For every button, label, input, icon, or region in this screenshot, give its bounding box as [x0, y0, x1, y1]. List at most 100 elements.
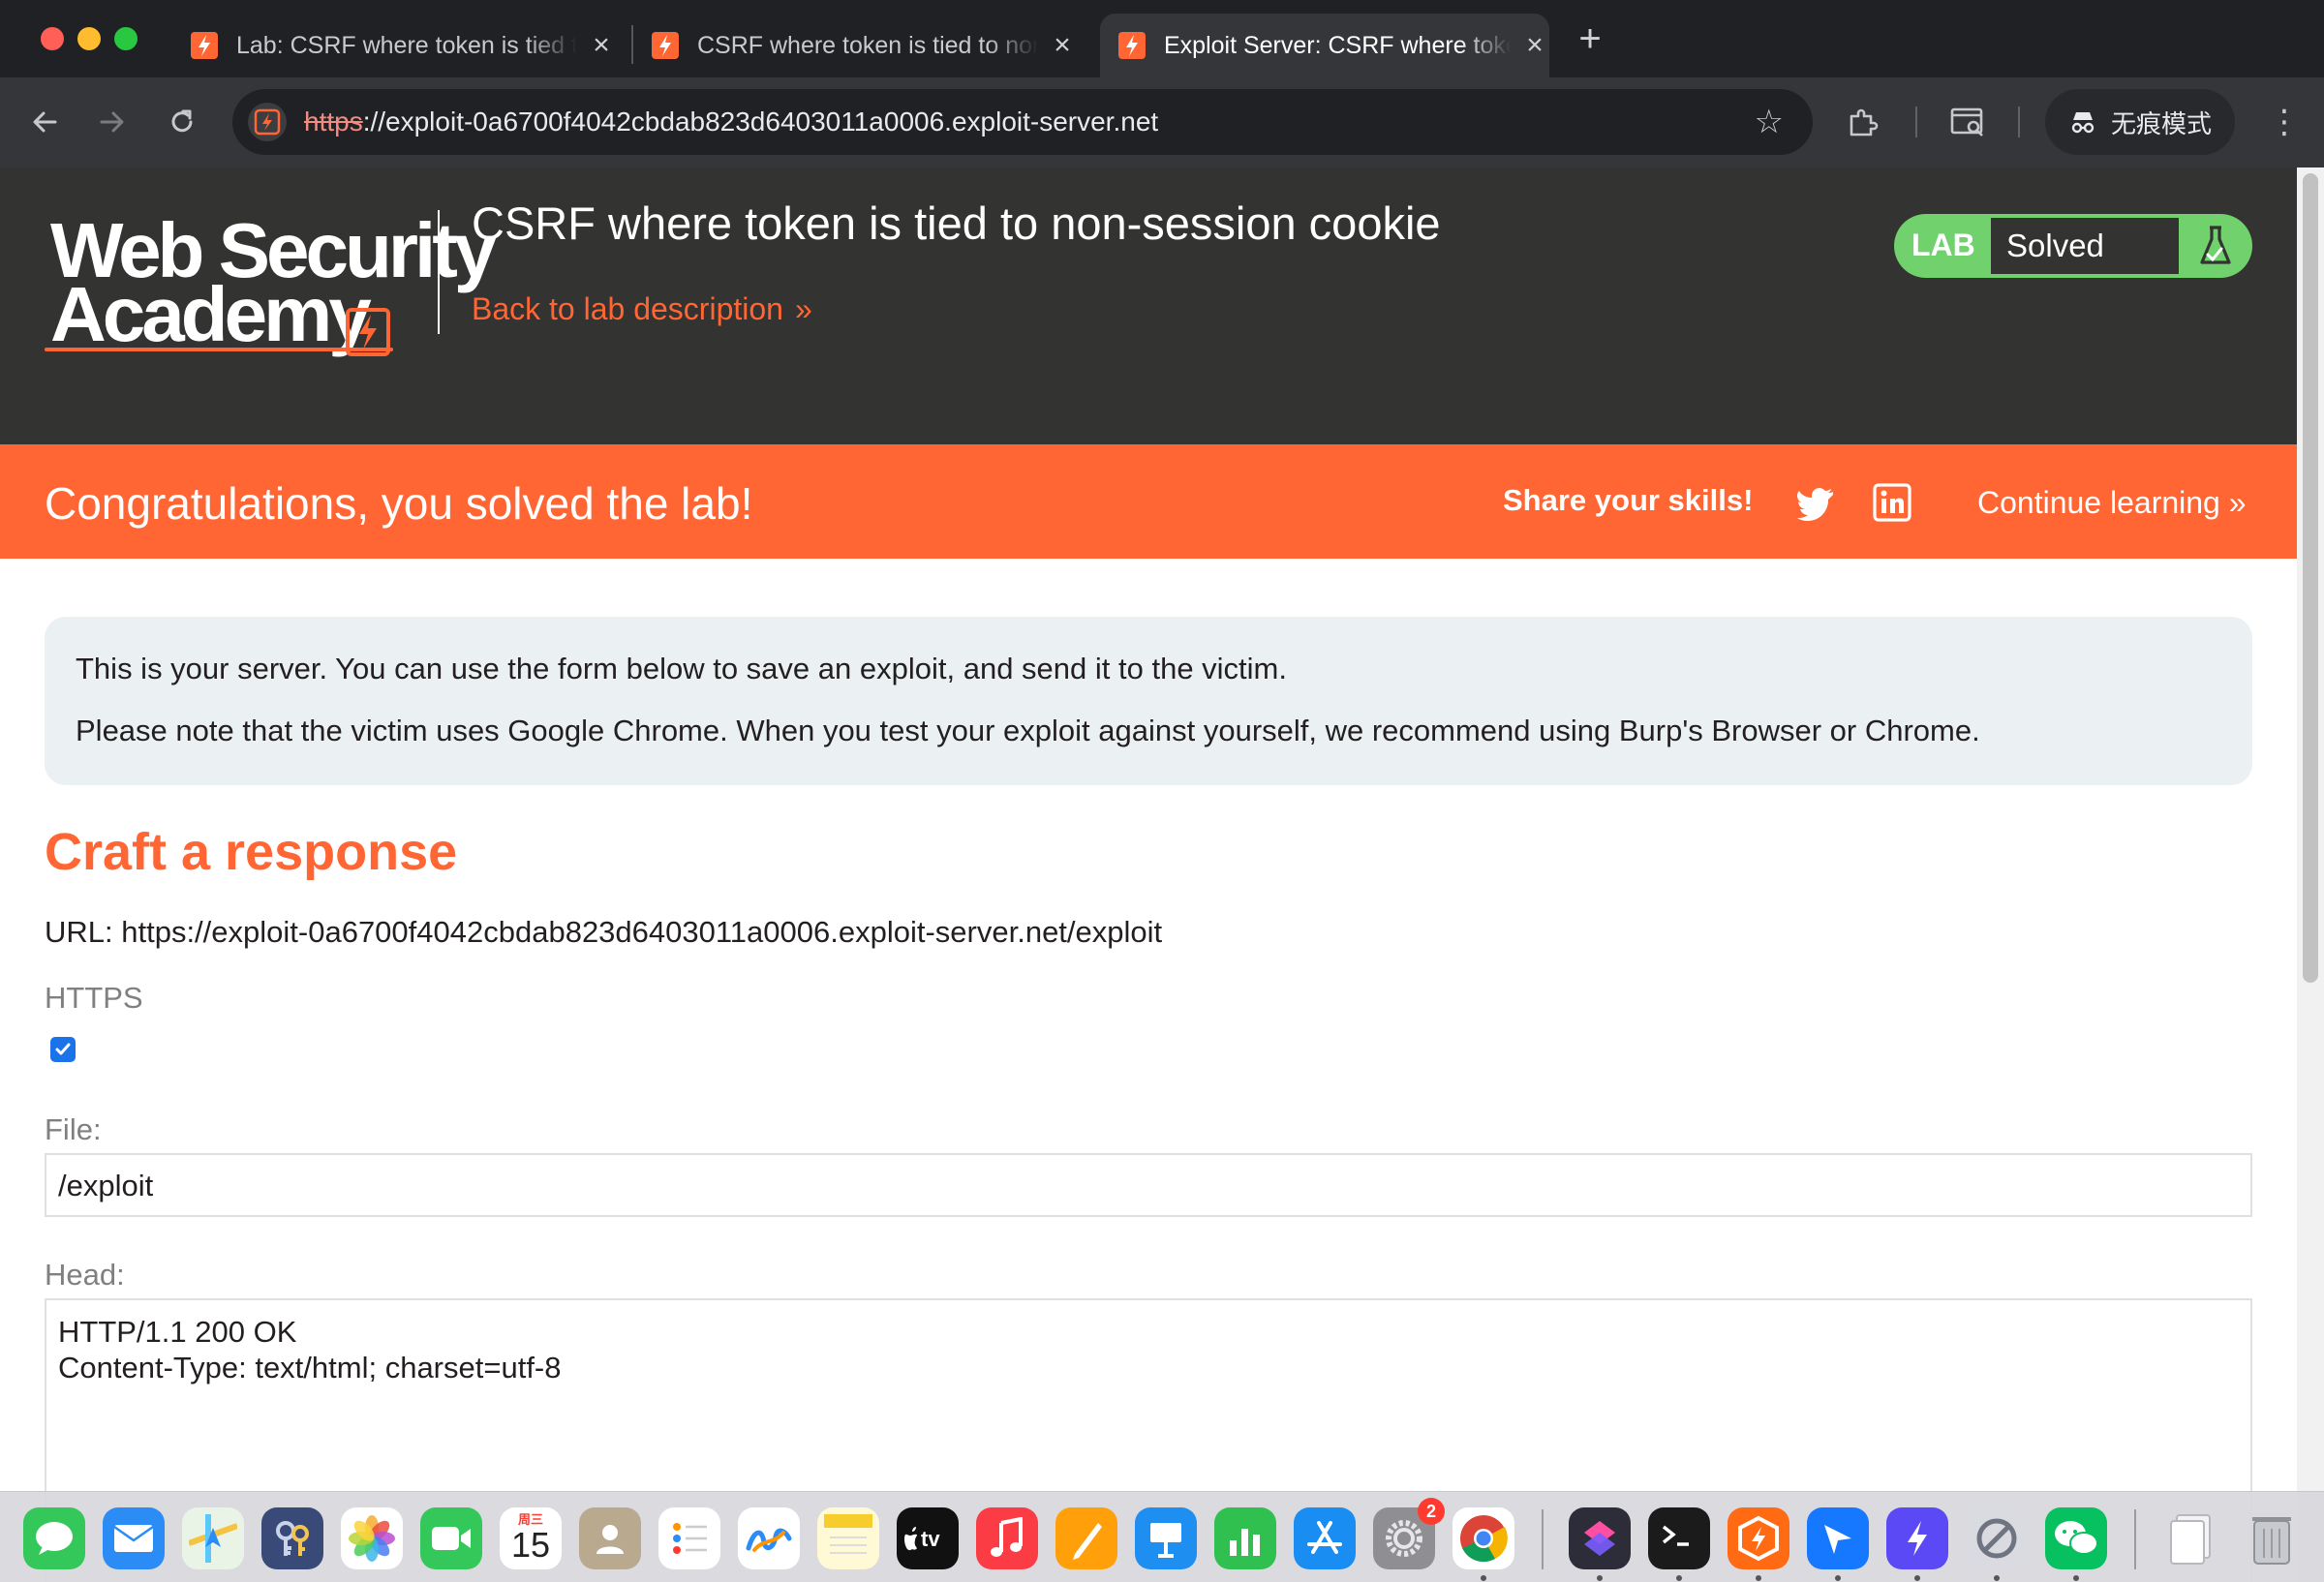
shortcuts-icon[interactable] [1569, 1507, 1631, 1581]
contacts-icon[interactable] [579, 1507, 641, 1569]
mail-icon[interactable] [103, 1507, 165, 1569]
keychain-access-icon[interactable] [261, 1507, 323, 1569]
continue-learning-link[interactable]: Continue learning » [1977, 485, 2247, 521]
double-chevron-right-icon: » [794, 291, 812, 326]
lab-status-badge: LAB Solved [1894, 214, 2252, 278]
logo-text-line2: Academy [50, 271, 372, 357]
header-divider [438, 210, 440, 334]
documents-folder-icon[interactable] [2161, 1507, 2223, 1569]
close-tab-icon[interactable]: × [1520, 29, 1549, 61]
site-info-icon[interactable] [248, 103, 287, 141]
double-chevron-right-icon: » [2228, 485, 2247, 520]
freeform-icon[interactable] [738, 1507, 800, 1569]
browser-menu-icon[interactable]: ⋮ [2268, 101, 2301, 143]
tab-lab[interactable]: Lab: CSRF where token is tied to non-ses… [190, 14, 616, 77]
system-settings-icon[interactable]: 2 [1373, 1498, 1445, 1569]
maps-icon[interactable] [182, 1507, 244, 1569]
scrollbar-thumb[interactable] [2303, 173, 2318, 983]
linkedin-icon[interactable] [1873, 483, 1911, 522]
apple-tv-icon[interactable]: tv [897, 1507, 959, 1569]
head-label: Head: [45, 1258, 125, 1292]
logo-bolt-icon [346, 308, 390, 356]
lab-badge-label: LAB [1911, 228, 1975, 262]
forward-arrow-icon[interactable] [91, 101, 134, 143]
https-checkbox[interactable] [50, 1037, 76, 1062]
trash-icon[interactable] [2241, 1507, 2303, 1569]
extensions-puzzle-icon[interactable] [1844, 103, 1882, 141]
running-indicator [1756, 1575, 1761, 1581]
notification-badge: 2 [1418, 1498, 1445, 1525]
bolt-app-icon[interactable] [1886, 1507, 1948, 1581]
exploit-url-text: URL: https://exploit-0a6700f4042cbdab823… [45, 915, 1163, 949]
running-indicator [1994, 1575, 2000, 1581]
running-indicator [1597, 1575, 1603, 1581]
tab-lab-description[interactable]: CSRF where token is tied to non-session … [651, 14, 1077, 77]
browser-chrome: Lab: CSRF where token is tied to non-ses… [0, 0, 2324, 167]
server-info-box: This is your server. You can use the for… [45, 617, 2252, 785]
close-tab-icon[interactable]: × [587, 29, 616, 61]
reminders-icon[interactable] [658, 1507, 720, 1569]
tab-title: Lab: CSRF where token is tied to non-ses… [236, 31, 577, 59]
chrome-icon[interactable] [1452, 1507, 1514, 1581]
zoom-window-button[interactable] [114, 27, 138, 50]
info-paragraph: This is your server. You can use the for… [76, 652, 1287, 685]
numbers-icon[interactable] [1214, 1507, 1276, 1569]
browser-toolbar: https://exploit-0a6700f4042cbdab823d6403… [0, 77, 2324, 167]
incognito-label: 无痕模式 [2111, 108, 2213, 138]
proxy-tool-icon[interactable] [1966, 1507, 2028, 1581]
wechat-icon[interactable] [2045, 1507, 2107, 1581]
incognito-icon [2071, 112, 2095, 134]
toolbar-separator [2018, 106, 2020, 137]
new-tab-plus-icon[interactable]: + [1571, 19, 1609, 60]
feishu-icon[interactable] [1807, 1507, 1869, 1581]
lab-title: CSRF where token is tied to non-session … [472, 198, 1441, 249]
back-to-lab-description-link[interactable]: Back to lab description » [472, 291, 812, 327]
info-paragraph: Please note that the victim uses Google … [76, 714, 1980, 747]
twitter-icon[interactable] [1797, 483, 1836, 522]
address-bar[interactable]: https://exploit-0a6700f4042cbdab823d6403… [232, 89, 1813, 155]
terminal-icon[interactable] [1648, 1507, 1710, 1581]
share-skills-label: Share your skills! [1503, 483, 1754, 517]
url-host: ://exploit-0a6700f4042cbdab823d6403011a0… [362, 106, 1159, 137]
pages-icon[interactable] [1055, 1507, 1117, 1569]
keynote-icon[interactable] [1135, 1507, 1197, 1569]
page-viewport: Web Security Academy CSRF where token is… [0, 167, 2297, 1582]
page-scrollbar[interactable] [2297, 167, 2324, 1582]
back-link-label: Back to lab description [472, 291, 783, 326]
photos-icon[interactable] [341, 1507, 403, 1569]
url-text[interactable]: https://exploit-0a6700f4042cbdab823d6403… [304, 106, 1158, 137]
running-indicator [2073, 1575, 2079, 1581]
bookmark-star-icon[interactable]: ☆ [1755, 103, 1784, 141]
reload-icon[interactable] [161, 101, 203, 143]
solved-banner: Congratulations, you solved the lab! Sha… [0, 444, 2297, 559]
portswigger-favicon-icon [191, 32, 218, 59]
academy-header: Web Security Academy CSRF where token is… [0, 167, 2297, 444]
running-indicator [1481, 1575, 1486, 1581]
continue-learning-label: Continue learning [1977, 485, 2220, 520]
logo-underline [45, 348, 393, 351]
craft-response-heading: Craft a response [45, 823, 458, 881]
tab-strip: Lab: CSRF where token is tied to non-ses… [0, 0, 2324, 77]
facetime-icon[interactable] [420, 1507, 482, 1569]
file-path-input[interactable]: /exploit [45, 1153, 2252, 1217]
minimize-window-button[interactable] [77, 27, 101, 50]
running-indicator [1835, 1575, 1841, 1581]
macos-dock: 周三 15 tv 2 [0, 1491, 2324, 1582]
svg-text:tv: tv [921, 1527, 940, 1551]
burp-suite-icon[interactable] [1728, 1507, 1789, 1581]
tab-exploit-server[interactable]: Exploit Server: CSRF where token is tied… [1100, 14, 1549, 77]
close-tab-icon[interactable]: × [1048, 29, 1077, 61]
web-security-academy-logo[interactable]: Web Security Academy [45, 202, 497, 377]
tab-search-icon[interactable] [1948, 103, 1987, 141]
tab-separator [631, 25, 633, 64]
dock-separator [1542, 1509, 1544, 1569]
https-label: HTTPS [45, 981, 143, 1015]
close-window-button[interactable] [41, 27, 64, 50]
messages-icon[interactable] [23, 1507, 85, 1569]
app-store-icon[interactable] [1294, 1507, 1356, 1569]
music-icon[interactable] [976, 1507, 1038, 1569]
notes-icon[interactable] [817, 1507, 879, 1569]
calendar-icon[interactable]: 周三 15 [500, 1507, 562, 1569]
incognito-indicator[interactable]: 无痕模式 [2045, 89, 2235, 155]
back-arrow-icon[interactable] [23, 101, 66, 143]
